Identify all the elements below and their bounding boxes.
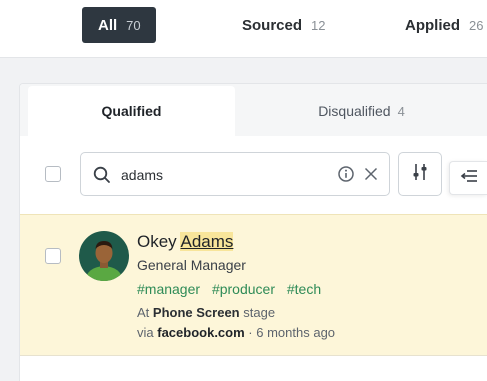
- source-separator: ·: [248, 325, 253, 340]
- segment-sourced-count: 12: [311, 17, 326, 33]
- candidate-row[interactable]: Okey Adams General Manager #manager #pro…: [20, 214, 487, 356]
- segment-all-count: 70: [126, 17, 141, 33]
- filter-button[interactable]: [398, 152, 442, 196]
- candidate-title: General Manager: [137, 257, 246, 273]
- close-icon[interactable]: [362, 165, 380, 183]
- segment-applied[interactable]: Applied 26: [405, 7, 483, 43]
- candidate-name[interactable]: Okey Adams: [137, 232, 234, 252]
- segment-sourced[interactable]: Sourced 12: [242, 7, 325, 43]
- avatar: [79, 231, 129, 281]
- qualification-tabs: Qualified Disqualified 4: [20, 84, 487, 136]
- candidate-stage: At Phone Screen stage: [137, 305, 275, 320]
- stage-prefix: At: [137, 305, 150, 320]
- segment-sourced-label: Sourced: [242, 16, 303, 34]
- tab-disqualified-label: Disqualified: [318, 103, 391, 119]
- collapse-panel-button[interactable]: [449, 161, 487, 195]
- candidate-first-name: Okey: [137, 232, 177, 251]
- stage-name: Phone Screen: [152, 305, 240, 320]
- sliders-icon: [411, 162, 429, 187]
- candidate-checkbox[interactable]: [45, 248, 61, 264]
- tab-qualified[interactable]: Qualified: [28, 86, 235, 136]
- tab-qualified-label: Qualified: [101, 103, 162, 119]
- search-match-highlight: Adams: [180, 232, 234, 251]
- segment-applied-label: Applied: [405, 16, 460, 34]
- segment-applied-count: 26: [469, 17, 484, 33]
- tab-disqualified[interactable]: Disqualified 4: [235, 86, 487, 136]
- collapse-left-icon: [460, 169, 478, 188]
- info-icon[interactable]: [337, 165, 355, 183]
- pipeline-segment-bar: All 70 Sourced 12 Applied 26: [0, 0, 487, 58]
- candidates-panel: Qualified Disqualified 4 adams Okey Adam…: [19, 83, 487, 381]
- tag-tech[interactable]: #tech: [287, 281, 321, 297]
- stage-suffix: stage: [243, 305, 276, 320]
- search-input[interactable]: [121, 163, 321, 187]
- segment-all[interactable]: All 70: [82, 7, 156, 43]
- search-icon: [92, 165, 112, 185]
- candidate-tags: #manager #producer #tech: [137, 281, 329, 297]
- source-prefix: via: [137, 325, 154, 340]
- tag-producer[interactable]: #producer: [212, 281, 275, 297]
- tab-disqualified-count: 4: [397, 103, 405, 119]
- source-time: 6 months ago: [256, 325, 336, 340]
- segment-all-label: All: [98, 16, 118, 34]
- source-name: facebook.com: [157, 325, 245, 340]
- candidate-source: via facebook.com · 6 months ago: [137, 325, 335, 340]
- select-all-checkbox[interactable]: [45, 166, 61, 182]
- tag-manager[interactable]: #manager: [137, 281, 200, 297]
- search-box: [80, 152, 390, 196]
